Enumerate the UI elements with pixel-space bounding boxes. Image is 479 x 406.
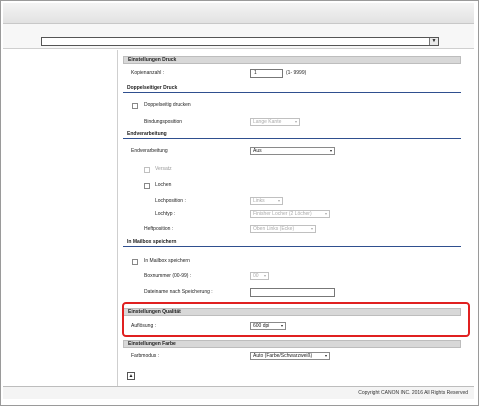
- kopien-range: (1- 9999): [286, 70, 307, 76]
- lochen-checkbox[interactable]: [144, 183, 150, 189]
- lochposition-label: Lochposition :: [155, 198, 186, 204]
- heftposition-label: Heftposition :: [144, 226, 174, 232]
- top-dropdown[interactable]: ▼: [41, 37, 439, 46]
- chevron-down-icon: ▾: [324, 353, 327, 358]
- mailbox-checkbox-label: In Mailbox speichern: [144, 258, 190, 264]
- chevron-down-icon: ▾: [263, 273, 266, 278]
- versatz-checkbox[interactable]: [144, 167, 150, 173]
- versatz-label: Versatz: [155, 166, 172, 172]
- copyright-text: Copyright CANON INC. 2016 All Rights Res…: [358, 390, 468, 396]
- lochposition-value: Links: [253, 198, 265, 204]
- bindung-value: Lange Kante: [253, 119, 282, 125]
- farbmodus-select[interactable]: Auto (Farbe/Schwarzweiß) ▾: [250, 352, 330, 360]
- boxnummer-select[interactable]: 00 ▾: [250, 272, 269, 280]
- bindung-select[interactable]: Lange Kante ▾: [250, 118, 300, 126]
- heftposition-select[interactable]: Oben Links (Ecke) ▾: [250, 225, 316, 233]
- duplex-checkbox[interactable]: [132, 103, 138, 109]
- chevron-down-icon[interactable]: ▼: [429, 38, 438, 45]
- kopien-input[interactable]: 1: [250, 69, 283, 78]
- duplex-checkbox-label: Doppelseitig drucken: [144, 102, 191, 108]
- kopien-label: Kopienanzahl :: [131, 70, 165, 76]
- section-header-duplex: Doppelseitiger Druck: [123, 84, 461, 93]
- section-header-mailbox: In Mailbox speichern: [123, 238, 461, 247]
- lochtyp-select[interactable]: Finisher Locher (2 Löcher) ▾: [250, 210, 330, 218]
- chevron-down-icon: ▾: [294, 119, 297, 124]
- header-band: [3, 3, 474, 24]
- boxnummer-value: 00: [253, 273, 259, 279]
- endverarbeitung-value: Aus: [253, 148, 262, 154]
- chevron-down-icon: ▾: [310, 226, 313, 231]
- lochen-label: Lochen: [155, 182, 172, 188]
- bindung-label: Bindungsposition: [144, 119, 183, 125]
- chevron-down-icon: ▾: [329, 148, 332, 153]
- boxnummer-label: Boxnummer (00-99) :: [144, 273, 192, 279]
- mailbox-checkbox[interactable]: [132, 259, 138, 265]
- lochposition-select[interactable]: Links ▾: [250, 197, 283, 205]
- heftposition-value: Oben Links (Ecke): [253, 226, 295, 232]
- farbmodus-label: Farbmodus :: [131, 353, 160, 359]
- sidebar: [3, 50, 118, 386]
- lochtyp-label: Lochtyp :: [155, 211, 176, 217]
- quality-highlight-box: [122, 302, 470, 337]
- section-header-druck: Einstellungen Druck: [123, 56, 461, 64]
- top-pane: ▼: [3, 24, 474, 49]
- lochtyp-value: Finisher Locher (2 Löcher): [253, 211, 312, 217]
- chevron-down-icon: ▾: [277, 198, 280, 203]
- section-header-farbe: Einstellungen Farbe: [123, 340, 461, 348]
- page-top-icon[interactable]: ▲: [127, 372, 135, 380]
- farbmodus-value: Auto (Farbe/Schwarzweiß): [253, 353, 313, 359]
- dateiname-label: Dateiname nach Speicherung :: [144, 289, 213, 295]
- endverarbeitung-label: Endverarbeitung: [131, 148, 168, 154]
- dateiname-input[interactable]: [250, 288, 335, 297]
- section-header-endverarbeitung: Endverarbeitung: [123, 130, 461, 139]
- chevron-down-icon: ▾: [324, 211, 327, 216]
- footer: Copyright CANON INC. 2016 All Rights Res…: [3, 386, 474, 399]
- endverarbeitung-select[interactable]: Aus ▾: [250, 147, 335, 155]
